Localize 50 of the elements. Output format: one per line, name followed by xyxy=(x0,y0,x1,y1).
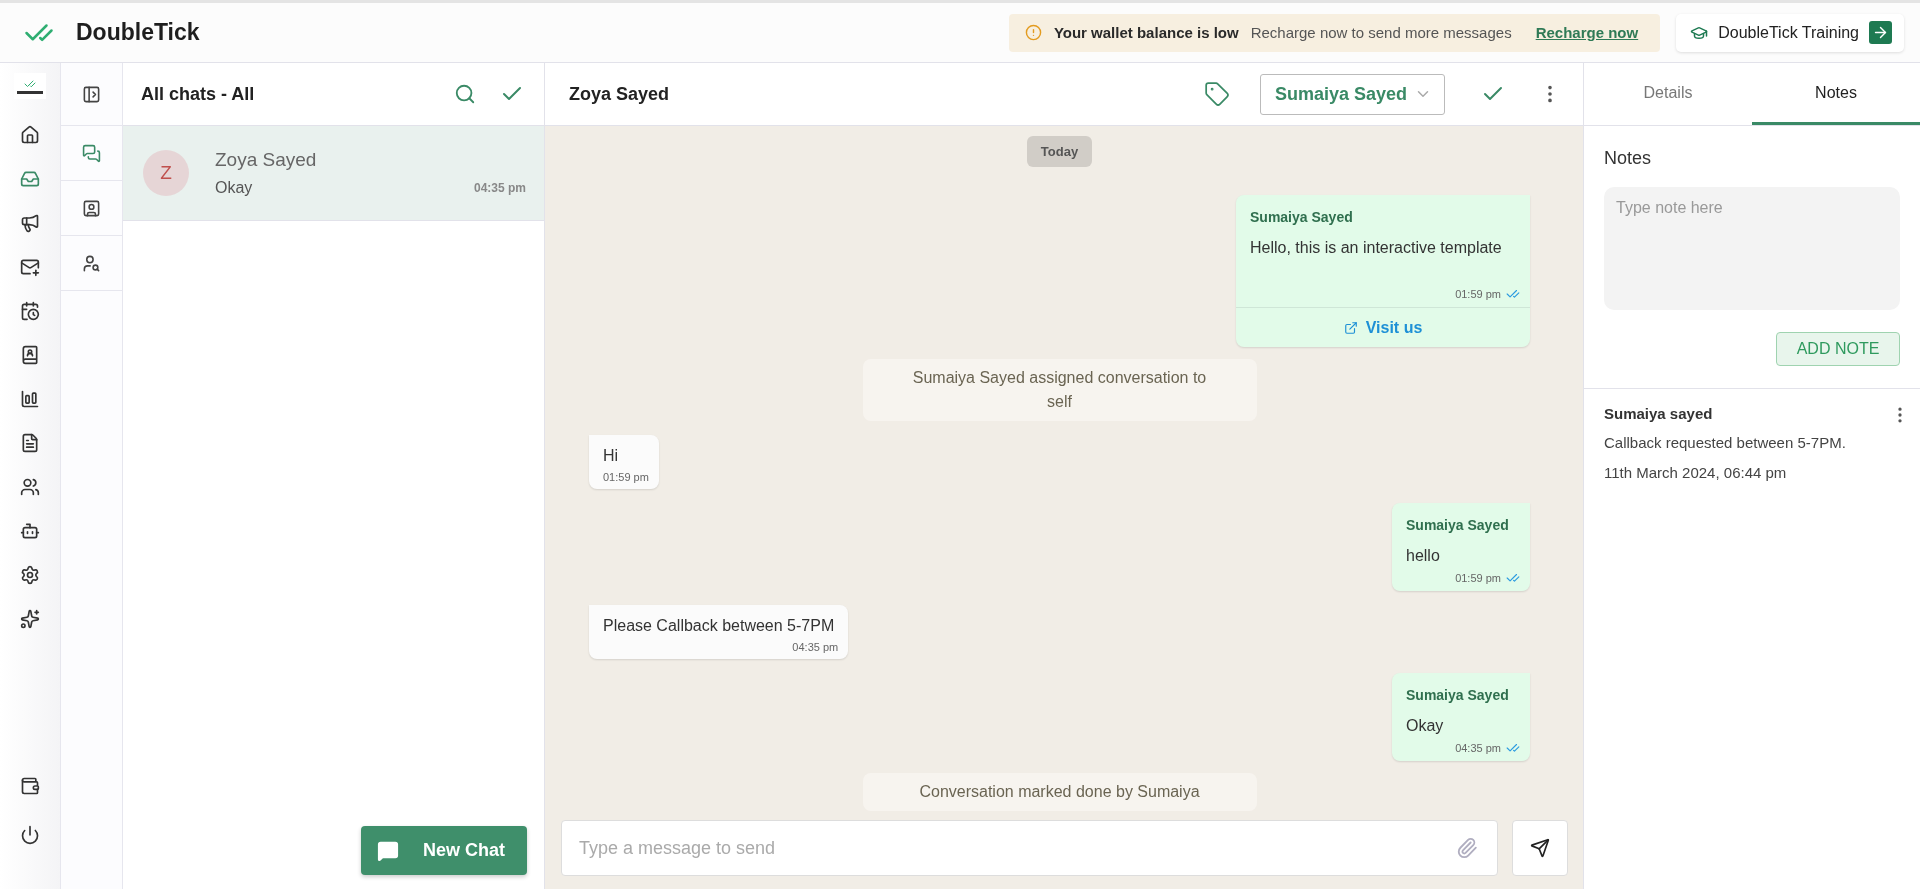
message-time: 04:35 pm xyxy=(792,641,839,653)
sender-name: Sumaiya Sayed xyxy=(1249,208,1354,225)
message-input[interactable]: Type a message to send xyxy=(561,820,1498,876)
note-input[interactable]: Type note here xyxy=(1604,187,1900,310)
new-chat-button[interactable]: New Chat xyxy=(361,826,527,875)
message-text: hello xyxy=(1405,546,1441,565)
panel-tab[interactable]: Notes xyxy=(1752,63,1920,125)
message-time: 04:35 pm xyxy=(473,181,526,195)
sender-name: Sumaiya Sayed xyxy=(1405,516,1510,533)
system-message: Sumaiya Sayed assigned conversation to self xyxy=(862,359,1257,421)
external-link-icon xyxy=(1343,320,1358,335)
tag-icon[interactable] xyxy=(1204,81,1230,107)
assignee-dropdown[interactable]: Sumaiya Sayed xyxy=(1260,73,1445,115)
training-button[interactable]: DoubleTick Training xyxy=(1676,13,1904,52)
contact-name: Zoya Sayed xyxy=(215,149,318,171)
alert-title: Your wallet balance is low xyxy=(1053,24,1239,41)
panel-tab[interactable]: Details xyxy=(1584,63,1752,125)
chat-list-item[interactable]: Z Zoya Sayed Okay 04:35 pm xyxy=(123,126,544,221)
message-time: 01:59 pm xyxy=(1455,288,1501,300)
message-preview: Okay xyxy=(215,179,253,197)
note-text: Callback requested between 5-7PM. xyxy=(1604,433,1847,453)
message-text: Please Callback between 5-7PM xyxy=(602,616,836,635)
message-time: 01:59 pm xyxy=(1455,572,1501,584)
note-date: 11th March 2024, 06:44 pm xyxy=(1604,464,1788,481)
paperclip-icon[interactable] xyxy=(1456,837,1478,859)
arrow-right-icon xyxy=(1869,21,1892,44)
send-icon xyxy=(1530,838,1550,858)
avatar: Z xyxy=(143,150,189,196)
notes-title: Notes xyxy=(1604,148,1653,169)
sender-name: Sumaiya Sayed xyxy=(1405,686,1510,703)
chat-contact-name: Zoya Sayed xyxy=(569,83,671,105)
message-time: 04:35 pm xyxy=(1455,742,1501,754)
send-button[interactable] xyxy=(1512,820,1568,876)
message-text: Hi xyxy=(602,446,620,465)
message-text: Okay xyxy=(1405,716,1445,735)
alert-message: Recharge now to send more messages xyxy=(1250,24,1512,41)
message-text: Hello, this is an interactive template xyxy=(1249,238,1503,257)
search-icon[interactable] xyxy=(454,83,476,105)
recharge-link[interactable]: Recharge now xyxy=(1535,24,1639,41)
visit-us-link[interactable]: Visit us xyxy=(1236,307,1530,347)
brand-name: DoubleTick xyxy=(76,19,200,46)
chat-list-title: All chats - All xyxy=(141,83,256,105)
alert-icon xyxy=(1024,24,1042,41)
message-time: 01:59 pm xyxy=(603,471,649,483)
logo-icon xyxy=(14,73,46,99)
system-message: Conversation marked done by Sumaiya xyxy=(862,773,1257,811)
chat-bubble-icon xyxy=(377,839,399,862)
note-author: Sumaiya sayed xyxy=(1604,405,1714,422)
date-pill: Today xyxy=(1026,136,1093,167)
add-note-button[interactable]: ADD NOTE xyxy=(1776,332,1900,366)
